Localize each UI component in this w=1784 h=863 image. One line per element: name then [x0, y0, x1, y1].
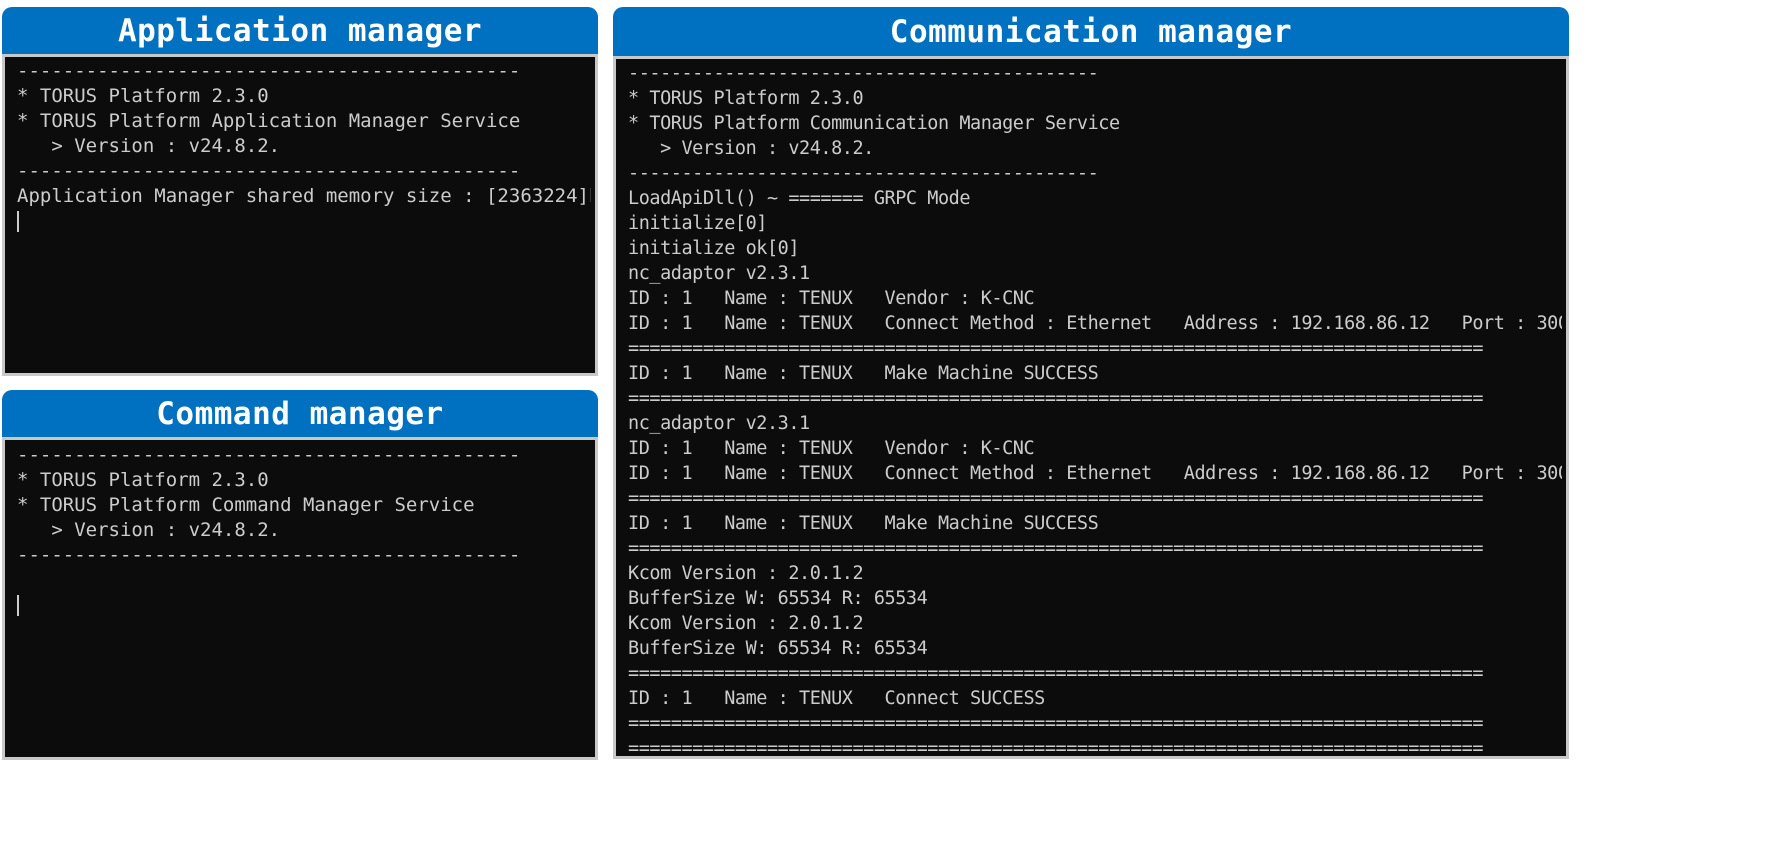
- command-manager-panel: Command manager ------------------------…: [2, 390, 598, 760]
- console-line: ID : 1 Name : TENUX Connect Method : Eth…: [628, 313, 1562, 334]
- console-separator-line: ========================================…: [628, 738, 1484, 759]
- console-separator-line: ----------------------------------------…: [17, 60, 521, 82]
- command-manager-console[interactable]: ----------------------------------------…: [2, 437, 598, 760]
- command-manager-title-bar: Command manager: [2, 390, 598, 439]
- text-cursor-icon: [17, 211, 19, 232]
- console-line: initialize ok[0]: [628, 238, 800, 259]
- console-prompt-line[interactable]: [17, 593, 591, 618]
- communication-manager-console[interactable]: ----------------------------------------…: [613, 56, 1569, 759]
- communication-manager-title-bar: Communication manager: [613, 7, 1569, 58]
- application-manager-title: Application manager: [117, 13, 483, 49]
- application-manager-console[interactable]: ----------------------------------------…: [2, 54, 598, 376]
- console-separator-line: ----------------------------------------…: [17, 544, 521, 566]
- console-separator-line: ========================================…: [628, 388, 1484, 409]
- console-line: * TORUS Platform Command Manager Service: [17, 494, 475, 516]
- console-line: ID : 1 Name : TENUX Connect SUCCESS: [628, 688, 1045, 709]
- console-line: nc_adaptor v2.3.1: [628, 413, 810, 434]
- console-line: ID : 1 Name : TENUX Make Machine SUCCESS: [628, 513, 1099, 534]
- command-manager-title: Command manager: [156, 396, 444, 432]
- application-manager-title-bar: Application manager: [2, 7, 598, 56]
- console-line: LoadApiDll() ~ ======= GRPC Mode: [628, 188, 971, 209]
- console-separator-line: ========================================…: [628, 338, 1484, 359]
- console-line: > Version : v24.8.2.: [17, 519, 281, 541]
- application-manager-panel: Application manager --------------------…: [2, 7, 598, 376]
- console-line: * TORUS Platform Application Manager Ser…: [17, 110, 521, 132]
- console-line: * TORUS Platform 2.3.0: [17, 469, 269, 491]
- text-cursor-icon: [17, 595, 19, 616]
- console-line: * TORUS Platform 2.3.0: [628, 88, 864, 109]
- console-line: initialize[0]: [628, 213, 767, 234]
- console-separator-line: ========================================…: [628, 713, 1484, 734]
- console-line: > Version : v24.8.2.: [17, 135, 281, 157]
- console-line: * TORUS Platform 2.3.0: [17, 85, 269, 107]
- console-line: ID : 1 Name : TENUX Vendor : K-CNC: [628, 288, 1035, 309]
- console-separator-line: ========================================…: [628, 488, 1484, 509]
- communication-manager-console-output: ----------------------------------------…: [628, 61, 1562, 759]
- console-separator-line: ========================================…: [628, 538, 1484, 559]
- application-manager-console-output: ----------------------------------------…: [17, 59, 591, 234]
- console-line: BufferSize W: 65534 R: 65534: [628, 588, 928, 609]
- console-line: ID : 1 Name : TENUX Connect Method : Eth…: [628, 463, 1562, 484]
- communication-manager-title: Communication manager: [889, 14, 1293, 50]
- communication-manager-panel: Communication manager ------------------…: [613, 7, 1569, 759]
- console-line: nc_adaptor v2.3.1: [628, 263, 810, 284]
- console-line: Application Manager shared memory size :…: [17, 185, 591, 207]
- console-line: Kcom Version : 2.0.1.2: [628, 563, 864, 584]
- console-line: BufferSize W: 65534 R: 65534: [628, 638, 928, 659]
- console-separator-line: ----------------------------------------…: [628, 163, 1099, 184]
- console-separator-line: ========================================…: [628, 663, 1484, 684]
- console-prompt-line[interactable]: [17, 209, 591, 234]
- console-separator-line: ----------------------------------------…: [628, 63, 1099, 84]
- console-line: * TORUS Platform Communication Manager S…: [628, 113, 1120, 134]
- console-line: ID : 1 Name : TENUX Make Machine SUCCESS: [628, 363, 1099, 384]
- console-line: > Version : v24.8.2.: [628, 138, 874, 159]
- console-separator-line: ----------------------------------------…: [17, 160, 521, 182]
- console-line: ID : 1 Name : TENUX Vendor : K-CNC: [628, 438, 1035, 459]
- console-line: Kcom Version : 2.0.1.2: [628, 613, 864, 634]
- command-manager-console-output: ----------------------------------------…: [17, 443, 591, 618]
- console-separator-line: ----------------------------------------…: [17, 444, 521, 466]
